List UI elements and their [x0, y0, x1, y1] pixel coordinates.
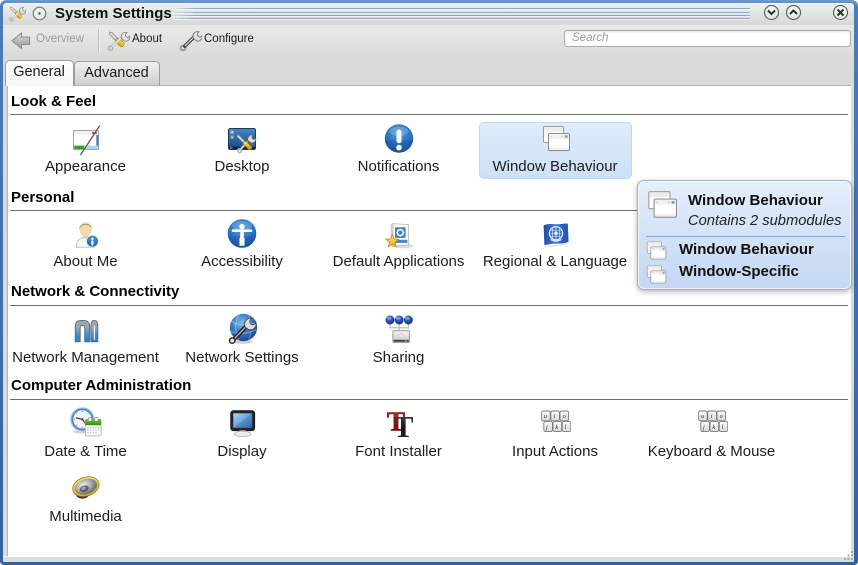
svg-text:j: j — [545, 424, 548, 431]
svg-text:u: u — [544, 413, 547, 420]
svg-text:l: l — [721, 424, 723, 431]
svg-text:u: u — [701, 413, 704, 420]
svg-text:i: i — [710, 413, 712, 420]
svg-text:o: o — [563, 413, 566, 420]
svg-text:k: k — [555, 424, 558, 431]
svg-text:k: k — [712, 424, 715, 431]
svg-text:i: i — [554, 413, 556, 420]
svg-text:o: o — [719, 413, 722, 420]
svg-text:l: l — [565, 424, 567, 431]
svg-text:j: j — [702, 424, 705, 431]
svg-text:T: T — [393, 410, 413, 438]
